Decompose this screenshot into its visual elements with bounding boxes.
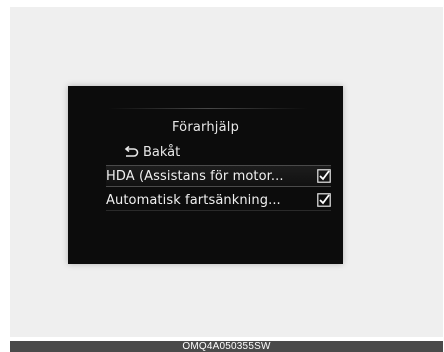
caption-bar: OMQ4A050355SW xyxy=(10,341,443,352)
image-code-caption: OMQ4A050355SW xyxy=(182,341,271,352)
menu-item-automatic-speed-reduction[interactable]: Automatisk fartsänkning... xyxy=(106,190,331,211)
return-arrow-icon xyxy=(124,145,139,157)
top-divider xyxy=(108,108,308,109)
back-button[interactable]: Bakåt xyxy=(123,145,180,160)
menu-item-hda[interactable]: HDA (Assistans för motor... xyxy=(106,165,331,187)
menu-item-label: HDA (Assistans för motor... xyxy=(106,168,284,184)
page-title: Förarhjälp xyxy=(171,120,240,135)
checkbox-checked-icon[interactable] xyxy=(317,169,331,183)
back-label: Bakåt xyxy=(143,145,181,160)
menu-item-label: Automatisk fartsänkning... xyxy=(106,192,281,208)
checkbox-checked-icon[interactable] xyxy=(317,193,331,207)
display-screen: Förarhjälp Bakåt HDA (Assistans för moto… xyxy=(68,86,343,264)
